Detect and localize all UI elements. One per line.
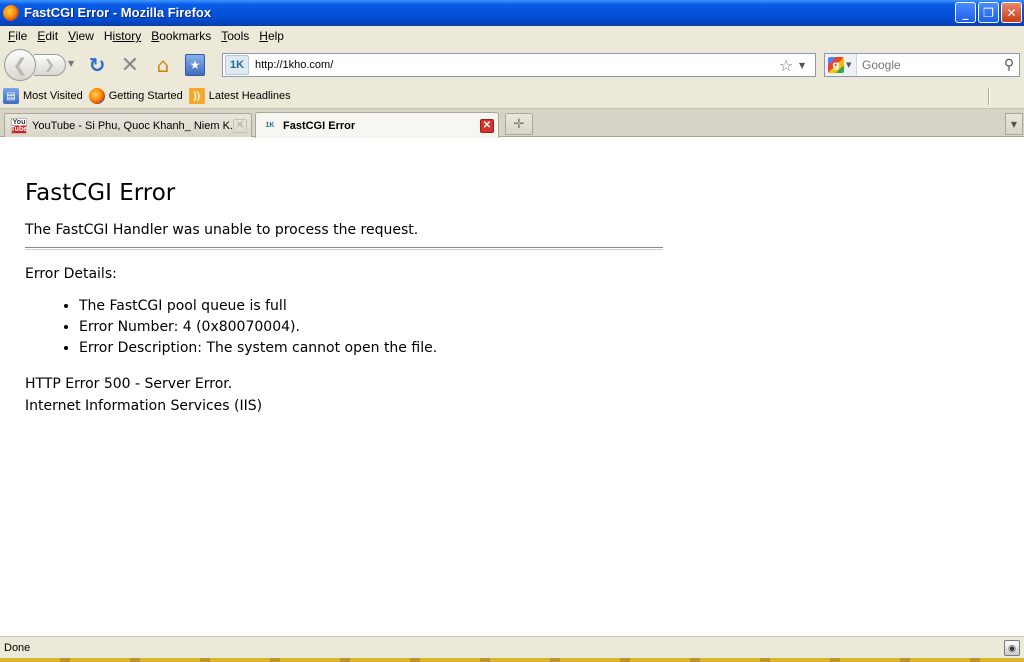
search-bar[interactable]: g ▼ ⚲ xyxy=(824,53,1020,77)
maximize-button[interactable]: ❐ xyxy=(978,2,999,23)
close-tab-icon[interactable]: ✕ xyxy=(233,118,247,133)
firefox-icon xyxy=(3,4,19,21)
youtube-favicon: You Tube xyxy=(10,117,28,134)
tab-youtube[interactable]: You Tube YouTube - Si Phu, Quoc Khanh_ Ni… xyxy=(4,113,252,137)
list-item: Error Number: 4 (0x80070004). xyxy=(79,317,663,338)
tab-label: FastCGI Error xyxy=(283,119,356,132)
history-dropdown-icon[interactable]: ▼ xyxy=(68,59,74,68)
tab-label: YouTube - Si Phu, Quoc Khanh_ Niem K... xyxy=(32,119,233,132)
search-input[interactable] xyxy=(862,58,999,72)
bookmark-label: Most Visited xyxy=(23,90,83,102)
magnifier-icon[interactable]: ⚲ xyxy=(999,57,1019,73)
menu-bookmarks[interactable]: Bookmarks xyxy=(146,29,216,43)
rss-icon: )) xyxy=(188,88,205,104)
reload-button[interactable]: ↻ xyxy=(85,53,109,77)
url-bar[interactable]: 1K http://1kho.com/ ☆ ▼ xyxy=(222,53,816,77)
menu-bar: File Edit View History Bookmarks Tools H… xyxy=(0,26,1024,46)
url-dropdown-icon[interactable]: ▼ xyxy=(799,61,811,70)
back-button[interactable]: ❮ xyxy=(4,49,36,81)
stop-button[interactable]: ✕ xyxy=(118,52,142,78)
divider xyxy=(25,247,663,250)
tab-fastcgi-error[interactable]: 1K FastCGI Error ✕ xyxy=(255,112,499,138)
error-details-list: The FastCGI pool queue is full Error Num… xyxy=(79,296,663,359)
bookmarks-toolbar: ▤ Most Visited Getting Started )) Latest… xyxy=(0,84,1024,109)
reload-icon: ↻ xyxy=(88,53,106,77)
bookmarks-button[interactable]: ★ xyxy=(185,54,205,76)
site-identity-icon[interactable]: 1K xyxy=(225,55,249,75)
taskbar-edge xyxy=(0,658,1024,662)
server-name-text: Internet Information Services (IIS) xyxy=(25,398,263,414)
error-page: FastCGI Error The FastCGI Handler was un… xyxy=(25,180,663,417)
bookmark-label: Latest Headlines xyxy=(208,90,291,102)
home-button[interactable]: ⌂ xyxy=(151,53,175,77)
stop-icon: ✕ xyxy=(120,52,140,78)
close-window-button[interactable]: ✕ xyxy=(1001,2,1022,23)
menu-file[interactable]: File xyxy=(3,29,32,43)
most-visited-icon: ▤ xyxy=(3,88,19,104)
bookmark-latest-headlines[interactable]: )) Latest Headlines xyxy=(188,88,291,104)
firefox-icon xyxy=(88,88,105,104)
tab-list-button[interactable]: ▼ xyxy=(1005,113,1023,135)
window-titlebar[interactable]: FastCGI Error - Mozilla Firefox _ ❐ ✕ xyxy=(0,0,1024,26)
window-title: FastCGI Error - Mozilla Firefox xyxy=(24,5,212,20)
close-tab-icon[interactable]: ✕ xyxy=(480,118,494,133)
status-text: Done xyxy=(4,641,31,654)
menu-history[interactable]: History xyxy=(99,29,146,43)
chevron-down-icon: ▼ xyxy=(1010,119,1018,129)
error-summary: The FastCGI Handler was unable to proces… xyxy=(25,222,419,238)
page-title: FastCGI Error xyxy=(25,180,176,206)
status-addon-icon[interactable]: ◉ xyxy=(1004,640,1020,656)
forward-button[interactable]: ❯ xyxy=(34,54,66,76)
home-icon: ⌂ xyxy=(156,53,170,77)
page-content: FastCGI Error The FastCGI Handler was un… xyxy=(0,138,1024,636)
list-item: The FastCGI pool queue is full xyxy=(79,296,663,317)
status-bar: Done ◉ xyxy=(0,636,1024,658)
window-controls: _ ❐ ✕ xyxy=(955,2,1022,23)
star-icon: ★ xyxy=(189,58,201,72)
minimize-button[interactable]: _ xyxy=(955,2,976,23)
url-input[interactable]: http://1kho.com/ xyxy=(255,59,777,71)
list-item: Error Description: The system cannot ope… xyxy=(79,338,663,359)
menu-help[interactable]: Help xyxy=(254,29,289,43)
http-error-text: HTTP Error 500 - Server Error. xyxy=(25,376,233,392)
search-engine-button[interactable]: g ▼ xyxy=(825,54,857,76)
arrow-left-icon: ❮ xyxy=(12,54,28,76)
1k-favicon: 1K xyxy=(265,122,275,129)
bookmark-star-icon[interactable]: ☆ xyxy=(777,56,795,75)
error-details-heading: Error Details: xyxy=(25,266,117,282)
tab-bar: You Tube YouTube - Si Phu, Quoc Khanh_ Ni… xyxy=(0,109,1024,138)
google-icon: g xyxy=(828,57,844,73)
new-tab-button[interactable]: ✛ xyxy=(505,113,533,135)
bookmark-most-visited[interactable]: ▤ Most Visited xyxy=(3,88,83,104)
toolbar-separator xyxy=(988,88,990,105)
chevron-down-icon: ▼ xyxy=(846,61,852,69)
plus-icon: ✛ xyxy=(513,116,525,132)
menu-edit[interactable]: Edit xyxy=(32,29,63,43)
bookmark-label: Getting Started xyxy=(108,90,183,102)
bookmark-getting-started[interactable]: Getting Started xyxy=(88,88,183,104)
navigation-toolbar: ❯ ❮ ▼ ↻ ✕ ⌂ ★ 1K http://1kho.com/ ☆ ▼ g … xyxy=(0,46,1024,84)
arrow-right-icon: ❯ xyxy=(44,57,55,73)
menu-view[interactable]: View xyxy=(63,29,99,43)
back-forward-group: ❯ ❮ ▼ xyxy=(4,49,76,81)
menu-tools[interactable]: Tools xyxy=(216,29,254,43)
